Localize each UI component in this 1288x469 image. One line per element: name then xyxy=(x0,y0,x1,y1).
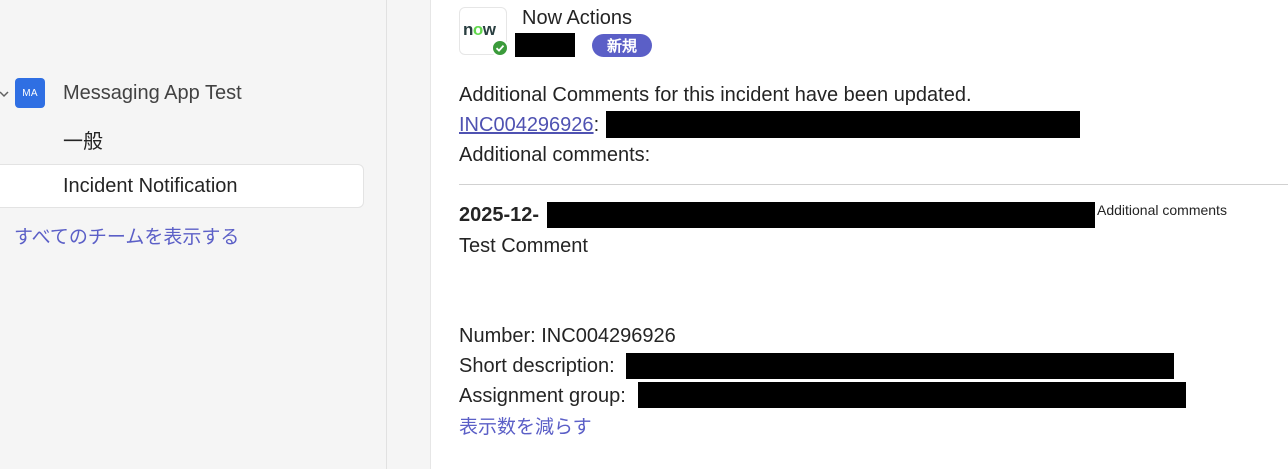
verified-check-icon xyxy=(491,39,509,57)
entry-comment: Test Comment xyxy=(459,235,588,257)
team-item-messaging-app-test[interactable]: MA Messaging App Test xyxy=(0,78,387,112)
show-less-link[interactable]: 表示数を減らす xyxy=(459,412,592,439)
chevron-down-icon[interactable] xyxy=(0,87,11,101)
divider xyxy=(459,184,1288,185)
incident-link[interactable]: INC004296926 xyxy=(459,114,594,136)
channel-item-incident-notification[interactable]: Incident Notification xyxy=(0,164,364,208)
channel-item-general[interactable]: 一般 xyxy=(0,117,364,161)
redacted-assignment-group xyxy=(638,382,1186,408)
message-panel: now Now Actions 新規 Additional Comments f… xyxy=(431,0,1288,469)
incident-separator: : xyxy=(593,114,600,136)
redacted-incident-title xyxy=(606,111,1080,138)
team-name: Messaging App Test xyxy=(63,82,242,104)
redacted-entry-header xyxy=(547,202,1095,228)
additional-comments-heading: Additional comments: xyxy=(459,144,651,166)
assignment-group-label: Assignment group: xyxy=(459,385,626,407)
entry-date: 2025-12- xyxy=(459,204,540,226)
now-actions-avatar[interactable]: now xyxy=(459,7,509,57)
intro-text: Additional Comments for this incident ha… xyxy=(459,84,972,106)
teams-sidebar: MA Messaging App Test 一般 Incident Notifi… xyxy=(0,0,387,469)
sender-name[interactable]: Now Actions xyxy=(522,7,632,30)
panel-gutter xyxy=(387,0,431,469)
incident-line: INC004296926: xyxy=(459,114,599,137)
channel-label: 一般 xyxy=(63,130,103,153)
see-all-teams-link[interactable]: すべてのチームを表示する xyxy=(14,222,239,249)
short-description-label: Short description: xyxy=(459,355,615,377)
number-line: Number: INC004296926 xyxy=(459,325,676,347)
redacted-timestamp xyxy=(515,33,575,57)
entry-type-label: Additional comments xyxy=(1097,202,1227,218)
team-avatar: MA xyxy=(15,78,45,108)
channel-label: Incident Notification xyxy=(63,174,238,197)
new-badge: 新規 xyxy=(592,34,652,57)
servicenow-logo: now xyxy=(463,20,496,39)
redacted-short-description xyxy=(626,353,1174,379)
